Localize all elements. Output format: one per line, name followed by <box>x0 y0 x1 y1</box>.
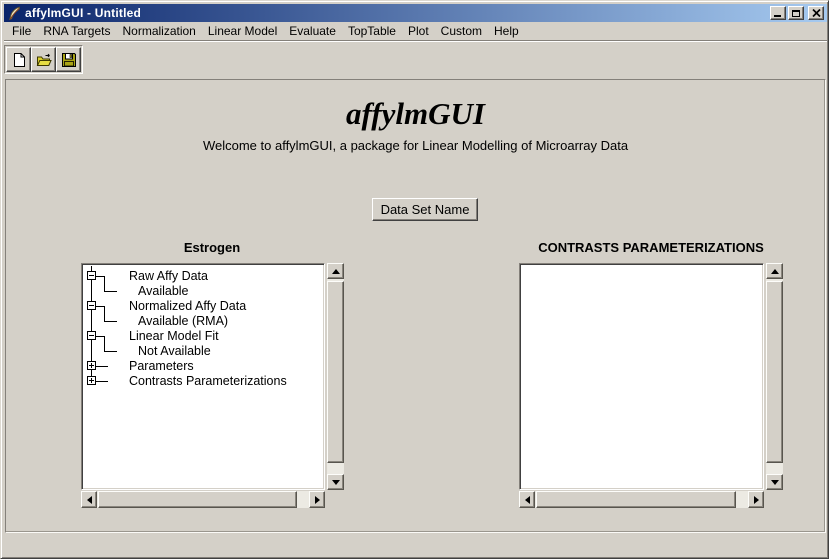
menu-item-toptable[interactable]: TopTable <box>342 22 402 40</box>
left-arrow-icon <box>87 496 92 504</box>
tree-item-normalized-affy-data[interactable]: Normalized Affy Data <box>129 298 246 314</box>
up-arrow-icon <box>771 269 779 274</box>
tree-connector <box>104 351 117 352</box>
tree-connector <box>104 291 117 292</box>
dataset-name-button[interactable]: Data Set Name <box>372 198 478 221</box>
application-window: affylmGUI - Untitled File RNA Targets No… <box>0 0 829 559</box>
right-vertical-scrollbar[interactable] <box>766 263 783 490</box>
up-arrow-icon <box>332 269 340 274</box>
tree-connector <box>104 336 105 351</box>
maximize-icon <box>792 10 800 17</box>
tree-toggle-normalized-affy-data[interactable] <box>87 301 96 310</box>
scroll-up-button[interactable] <box>327 263 344 279</box>
tree-connector <box>96 306 104 307</box>
contrasts-list-area <box>522 266 761 487</box>
left-horizontal-scrollbar[interactable] <box>81 491 325 508</box>
window-title: affylmGUI - Untitled <box>25 6 770 20</box>
tree-item-parameters[interactable]: Parameters <box>129 358 194 374</box>
scroll-up-button[interactable] <box>766 263 783 279</box>
menu-item-file[interactable]: File <box>6 22 37 40</box>
scroll-down-button[interactable] <box>327 474 344 490</box>
down-arrow-icon <box>332 480 340 485</box>
scroll-right-button[interactable] <box>309 491 325 508</box>
menu-item-linear-model[interactable]: Linear Model <box>202 22 283 40</box>
contrasts-listbox[interactable] <box>519 263 764 490</box>
tree-connector <box>96 381 108 382</box>
menu-item-custom[interactable]: Custom <box>435 22 488 40</box>
left-arrow-icon <box>525 496 530 504</box>
menu-item-normalization[interactable]: Normalization <box>117 22 202 40</box>
scroll-down-button[interactable] <box>766 474 783 490</box>
titlebar[interactable]: affylmGUI - Untitled <box>4 4 827 22</box>
open-file-button[interactable] <box>31 47 56 72</box>
left-panel-label: Estrogen <box>81 240 343 255</box>
maximize-button[interactable] <box>788 6 804 20</box>
minimize-icon <box>774 15 781 17</box>
left-vertical-scrollbar-thumb[interactable] <box>327 281 344 463</box>
toolbar <box>4 45 83 74</box>
right-horizontal-scrollbar-thumb[interactable] <box>536 491 736 508</box>
right-arrow-icon <box>315 496 320 504</box>
tree-item-contrasts-parameterizations[interactable]: Contrasts Parameterizations <box>129 373 287 389</box>
open-folder-icon <box>36 52 52 68</box>
tree-item-linear-model-fit[interactable]: Linear Model Fit <box>129 328 219 344</box>
new-document-icon <box>11 52 27 68</box>
tree-toggle-parameters[interactable] <box>87 361 96 370</box>
close-icon <box>812 9 821 17</box>
tree-item-raw-affy-status[interactable]: Available <box>138 283 189 299</box>
scroll-left-button[interactable] <box>81 491 97 508</box>
status-tree-area: Raw Affy Data Available Normalized Affy … <box>84 266 322 487</box>
tk-feather-icon <box>7 6 22 21</box>
status-tree-listbox[interactable]: Raw Affy Data Available Normalized Affy … <box>81 263 325 490</box>
tree-connector <box>104 276 105 291</box>
scroll-left-button[interactable] <box>519 491 535 508</box>
save-file-button[interactable] <box>56 47 81 72</box>
save-floppy-icon <box>61 52 77 68</box>
tree-item-raw-affy-data[interactable]: Raw Affy Data <box>129 268 208 284</box>
left-vertical-scrollbar[interactable] <box>327 263 344 490</box>
scroll-right-button[interactable] <box>748 491 764 508</box>
menu-item-help[interactable]: Help <box>488 22 525 40</box>
down-arrow-icon <box>771 480 779 485</box>
new-file-button[interactable] <box>6 47 31 72</box>
tree-toggle-linear-model-fit[interactable] <box>87 331 96 340</box>
close-button[interactable] <box>808 6 824 20</box>
tree-connector <box>96 366 108 367</box>
right-horizontal-scrollbar[interactable] <box>519 491 764 508</box>
dataset-name-button-label: Data Set Name <box>381 202 470 217</box>
tree-connector <box>96 336 104 337</box>
menu-item-rna-targets[interactable]: RNA Targets <box>37 22 116 40</box>
tree-connector <box>104 306 105 321</box>
menu-item-evaluate[interactable]: Evaluate <box>283 22 342 40</box>
tree-toggle-contrasts-parameterizations[interactable] <box>87 376 96 385</box>
minimize-button[interactable] <box>770 6 786 20</box>
tree-connector <box>104 321 117 322</box>
right-arrow-icon <box>754 496 759 504</box>
tree-item-linear-model-status[interactable]: Not Available <box>138 343 211 359</box>
tree-connector <box>96 276 104 277</box>
menubar: File RNA Targets Normalization Linear Mo… <box>4 22 827 41</box>
main-content: affylmGUI Welcome to affylmGUI, a packag… <box>5 79 826 533</box>
tree-item-normalized-affy-status[interactable]: Available (RMA) <box>138 313 228 329</box>
right-panel-label: CONTRASTS PARAMETERIZATIONS <box>519 240 783 255</box>
menu-item-plot[interactable]: Plot <box>402 22 435 40</box>
tree-toggle-raw-affy-data[interactable] <box>87 271 96 280</box>
app-heading: affylmGUI <box>6 96 825 132</box>
right-vertical-scrollbar-thumb[interactable] <box>766 281 783 463</box>
welcome-text: Welcome to affylmGUI, a package for Line… <box>6 138 825 153</box>
left-horizontal-scrollbar-thumb[interactable] <box>98 491 297 508</box>
